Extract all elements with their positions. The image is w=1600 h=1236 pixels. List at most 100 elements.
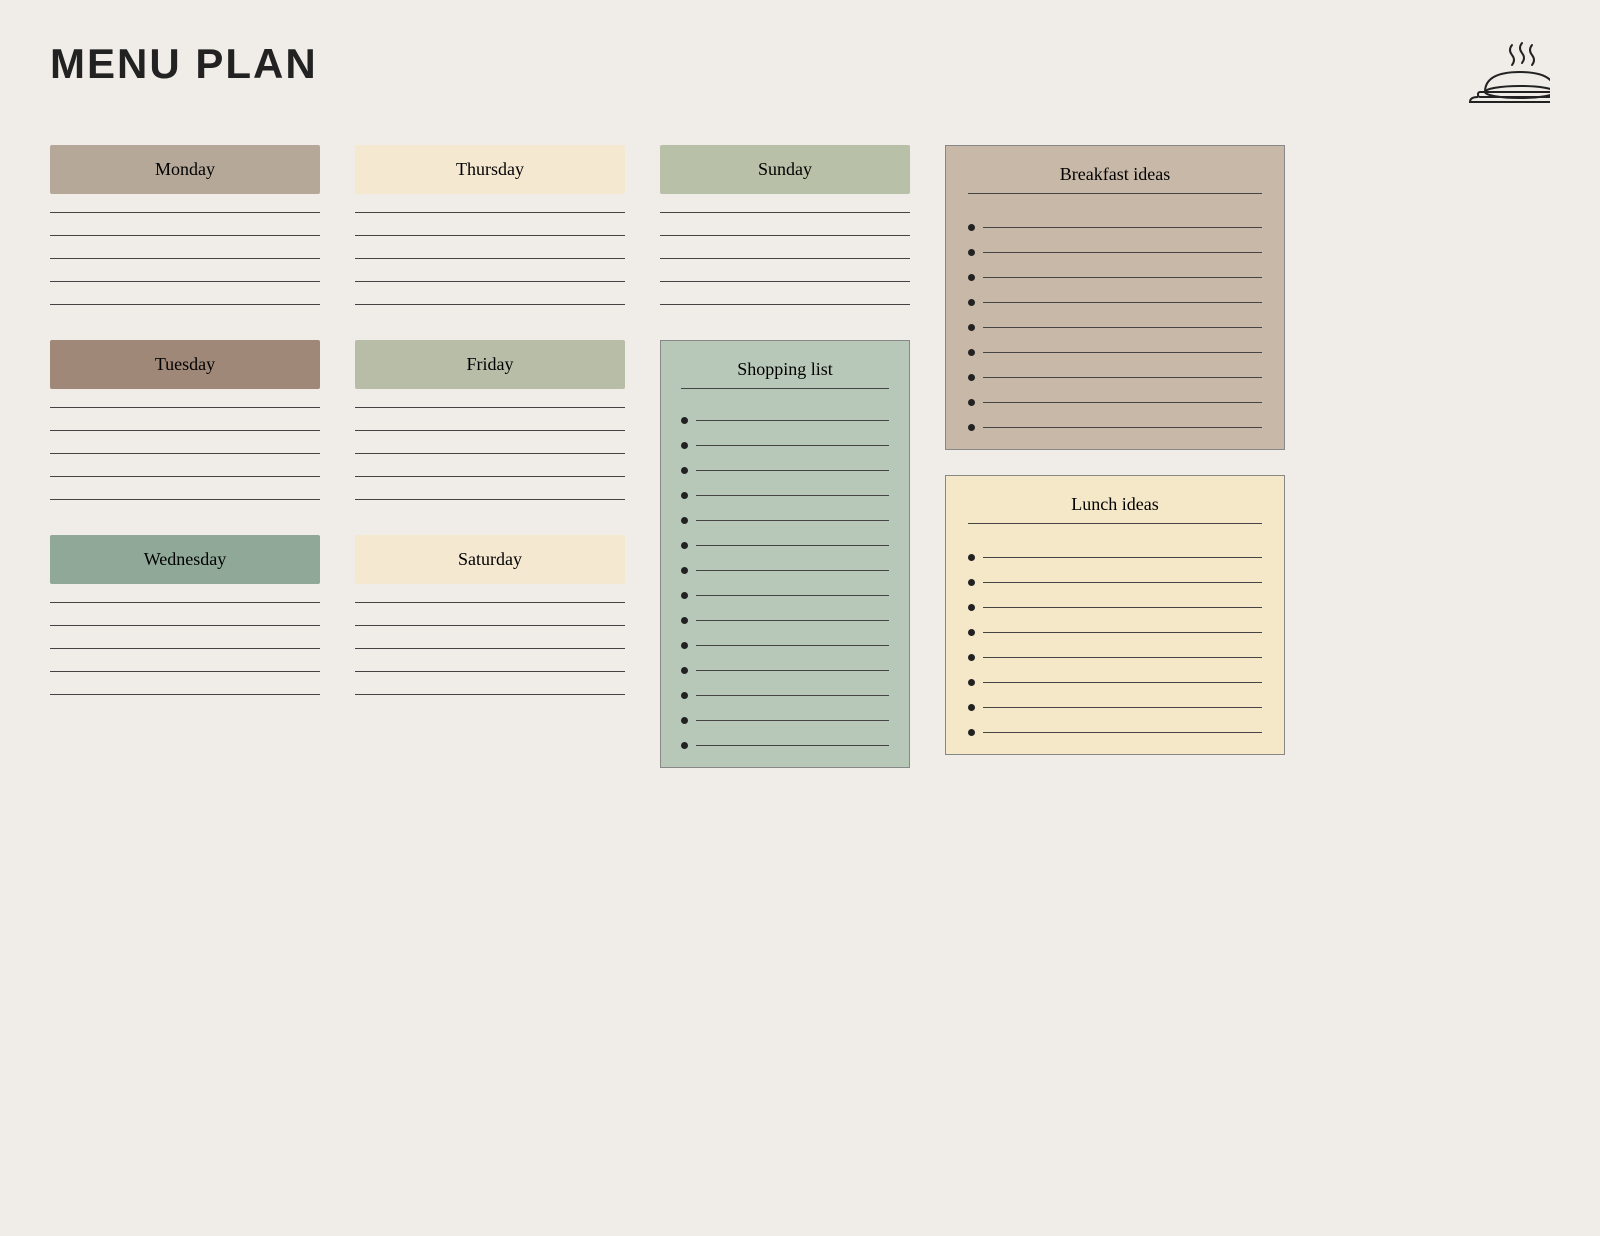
- bullet-line: [983, 352, 1262, 353]
- column-2: Thursday Friday Saturday: [355, 145, 625, 730]
- bullet-dot: [968, 654, 975, 661]
- day-line: [50, 499, 320, 500]
- day-line: [50, 625, 320, 626]
- day-line: [50, 235, 320, 236]
- day-line: [50, 694, 320, 695]
- bullet-line: [696, 720, 889, 721]
- bullet-dot: [968, 374, 975, 381]
- right-column: Breakfast ideas Lunch ideas: [945, 145, 1285, 755]
- saturday-header: Saturday: [355, 535, 625, 584]
- day-line: [355, 407, 625, 408]
- day-line: [355, 476, 625, 477]
- thursday-section: Thursday: [355, 145, 625, 305]
- list-item: [968, 711, 1262, 736]
- list-item: [681, 524, 889, 549]
- bullet-line: [696, 495, 889, 496]
- bullet-dot: [968, 704, 975, 711]
- day-line: [355, 258, 625, 259]
- saturday-section: Saturday: [355, 535, 625, 695]
- day-line: [355, 453, 625, 454]
- list-item: [968, 256, 1262, 281]
- day-line: [50, 602, 320, 603]
- bullet-dot: [681, 667, 688, 674]
- bullet-line: [983, 402, 1262, 403]
- list-item: [968, 661, 1262, 686]
- day-line: [355, 671, 625, 672]
- sunday-header: Sunday: [660, 145, 910, 194]
- list-item: [968, 611, 1262, 636]
- list-item: [968, 331, 1262, 356]
- day-line: [50, 453, 320, 454]
- bullet-dot: [968, 629, 975, 636]
- list-item: [968, 356, 1262, 381]
- bullet-dot: [968, 424, 975, 431]
- day-line: [355, 499, 625, 500]
- day-line: [355, 602, 625, 603]
- page-title: MENU PLAN: [50, 40, 318, 88]
- day-line: [50, 212, 320, 213]
- thursday-header: Thursday: [355, 145, 625, 194]
- day-line: [355, 212, 625, 213]
- day-line: [660, 212, 910, 213]
- bullet-dot: [968, 349, 975, 356]
- list-item: [681, 449, 889, 474]
- monday-section: Monday: [50, 145, 320, 305]
- day-line: [355, 648, 625, 649]
- day-line: [50, 430, 320, 431]
- breakfast-ideas-list: [968, 206, 1262, 431]
- bullet-line: [983, 732, 1262, 733]
- food-icon: [1460, 40, 1550, 115]
- list-item: [681, 724, 889, 749]
- list-item: [681, 674, 889, 699]
- bullet-dot: [968, 224, 975, 231]
- bullet-line: [983, 277, 1262, 278]
- monday-lines: [50, 212, 320, 305]
- bullet-dot: [681, 517, 688, 524]
- column-3: Sunday Shopping list: [660, 145, 910, 768]
- bullet-dot: [681, 717, 688, 724]
- list-item: [681, 424, 889, 449]
- friday-section: Friday: [355, 340, 625, 500]
- bullet-dot: [968, 604, 975, 611]
- bullet-line: [696, 545, 889, 546]
- bullet-dot: [681, 692, 688, 699]
- day-line: [660, 258, 910, 259]
- list-item: [968, 561, 1262, 586]
- bullet-dot: [681, 742, 688, 749]
- bullet-line: [696, 620, 889, 621]
- day-line: [50, 476, 320, 477]
- day-line: [50, 671, 320, 672]
- bullet-line: [983, 427, 1262, 428]
- wednesday-header: Wednesday: [50, 535, 320, 584]
- bullet-line: [983, 252, 1262, 253]
- tuesday-header: Tuesday: [50, 340, 320, 389]
- list-item: [681, 649, 889, 674]
- bullet-line: [696, 695, 889, 696]
- tuesday-lines: [50, 407, 320, 500]
- list-item: [968, 686, 1262, 711]
- list-item: [968, 206, 1262, 231]
- bullet-line: [696, 670, 889, 671]
- bullet-line: [983, 682, 1262, 683]
- day-line: [355, 281, 625, 282]
- bullet-line: [696, 520, 889, 521]
- bullet-dot: [681, 617, 688, 624]
- breakfast-ideas-title: Breakfast ideas: [968, 164, 1262, 194]
- bullet-line: [696, 420, 889, 421]
- day-line: [660, 235, 910, 236]
- column-1: Monday Tuesday Wednesday: [50, 145, 320, 730]
- bullet-dot: [681, 417, 688, 424]
- bullet-line: [983, 582, 1262, 583]
- list-item: [681, 499, 889, 524]
- list-item: [681, 699, 889, 724]
- bullet-line: [983, 557, 1262, 558]
- list-item: [681, 624, 889, 649]
- bullet-dot: [968, 249, 975, 256]
- day-line: [50, 648, 320, 649]
- wednesday-section: Wednesday: [50, 535, 320, 695]
- monday-header: Monday: [50, 145, 320, 194]
- list-item: [968, 406, 1262, 431]
- tuesday-section: Tuesday: [50, 340, 320, 500]
- main-layout: Monday Tuesday Wednesday: [50, 145, 1550, 768]
- list-item: [968, 306, 1262, 331]
